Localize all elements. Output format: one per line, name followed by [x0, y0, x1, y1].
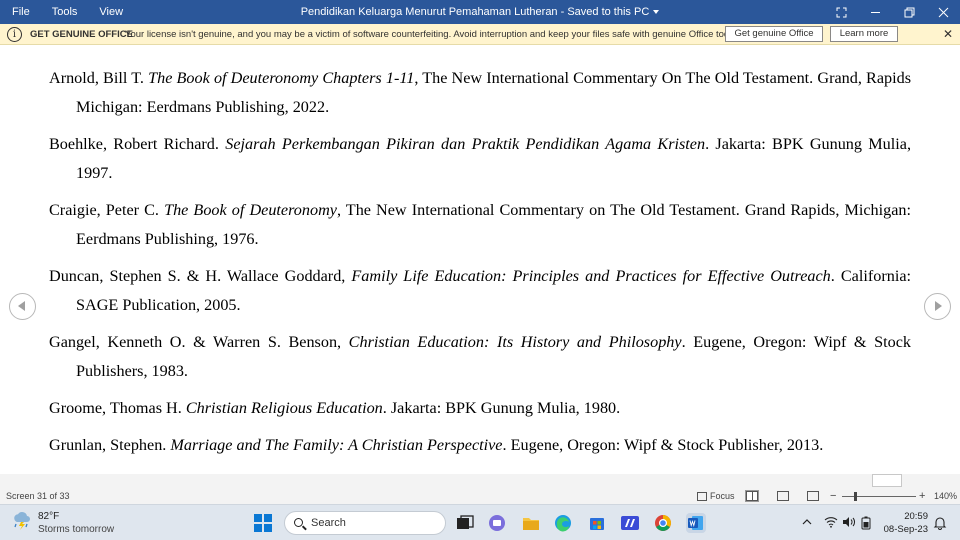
task-view-button[interactable] [455, 513, 475, 533]
reference-title: Family Life Education: Principles and Pr… [351, 267, 831, 285]
task-view-icon [457, 515, 474, 529]
read-mode-button[interactable] [745, 490, 759, 502]
genuine-office-banner: i GET GENUINE OFFICE Your license isn't … [0, 24, 960, 45]
reference-title: Marriage and The Family: A Christian Per… [170, 436, 503, 454]
reference-title: Sejarah Perkembangan Pikiran dan Praktik… [225, 135, 706, 153]
restore-button[interactable] [892, 0, 926, 24]
search-icon [294, 518, 303, 527]
banner-heading: GET GENUINE OFFICE [30, 29, 133, 40]
info-icon: i [7, 27, 22, 42]
close-button[interactable] [926, 0, 960, 24]
zoom-level[interactable]: 140% [934, 488, 957, 504]
page-gutter [0, 474, 960, 488]
clock-time: 20:59 [904, 511, 928, 522]
next-screen-button[interactable] [924, 293, 951, 320]
word-icon [688, 516, 703, 530]
store-button[interactable] [587, 513, 607, 533]
reference-item: Groome, Thomas H. Christian Religious Ed… [49, 399, 621, 417]
reference-title: Christian Religious Education [185, 399, 383, 417]
reference-item: Grunlan, Stephen. Marriage and The Famil… [49, 436, 824, 454]
wifi-icon[interactable] [824, 516, 838, 528]
app-icon [621, 516, 639, 530]
start-button[interactable] [254, 514, 272, 532]
restore-icon [904, 7, 914, 17]
window-controls [824, 0, 960, 24]
app-button[interactable] [620, 513, 640, 533]
taskbar: 82°F Storms tomorrow Search 20:59 08-Sep… [0, 504, 960, 540]
focus-label: Focus [710, 491, 735, 501]
clock[interactable]: 20:59 08-Sep-23 [880, 510, 928, 536]
document-area: Arnold, Bill T. The Book of Deuteronomy … [0, 46, 960, 486]
chrome-icon [655, 515, 671, 531]
reference-title: The Book of Deuteronomy [164, 201, 337, 219]
word-button[interactable] [686, 513, 706, 533]
reference-item: Craigie, Peter C. The Book of Deuteronom… [49, 201, 912, 248]
print-layout-button[interactable] [777, 491, 789, 501]
focus-icon [697, 491, 707, 501]
chevron-right-icon [935, 301, 942, 311]
reference-item: Gangel, Kenneth O. & Warren S. Benson, C… [49, 333, 911, 380]
screen-counter: Screen 31 of 33 [6, 491, 70, 501]
menu-bar: File Tools View [0, 0, 133, 24]
reference-item: Duncan, Stephen S. & H. Wallace Goddard,… [49, 267, 912, 314]
document-title-text: Pendidikan Keluarga Menurut Pemahaman Lu… [300, 6, 650, 18]
learn-more-button[interactable]: Learn more [830, 26, 898, 42]
teams-chat-button[interactable] [487, 513, 507, 533]
close-icon [938, 7, 948, 17]
menu-tools[interactable]: Tools [40, 0, 88, 24]
document-title[interactable]: Pendidikan Keluarga Menurut Pemahaman Lu… [300, 0, 660, 24]
reference-title: Christian Education: Its History and Phi… [348, 333, 682, 351]
storm-icon [14, 512, 30, 530]
minimize-icon [870, 11, 880, 13]
clock-date: 08-Sep-23 [883, 524, 928, 535]
folder-icon [523, 518, 539, 530]
fullscreen-icon [836, 7, 846, 17]
reference-title: The Book of Deuteronomy Chapters 1-11 [148, 69, 415, 87]
minimize-button[interactable] [858, 0, 892, 24]
focus-button[interactable]: Focus [697, 488, 735, 504]
windows-logo-icon [254, 514, 262, 522]
get-genuine-office-button[interactable]: Get genuine Office [725, 26, 823, 42]
web-layout-button[interactable] [807, 491, 819, 501]
reference-item: Boehlke, Robert Richard. Sejarah Perkemb… [49, 135, 911, 182]
zoom-slider[interactable] [842, 496, 916, 497]
reference-list: Arnold, Bill T. The Book of Deuteronomy … [49, 64, 911, 468]
reference-item: Arnold, Bill T. The Book of Deuteronomy … [49, 69, 912, 116]
taskbar-search[interactable]: Search [284, 511, 446, 535]
chevron-down-icon [653, 10, 660, 15]
page-thumbnail-box[interactable] [872, 474, 902, 487]
volume-icon[interactable] [842, 516, 856, 528]
store-icon [590, 518, 604, 530]
status-bar: Screen 31 of 33 Focus − + 140% [0, 488, 960, 504]
chrome-button[interactable] [653, 513, 673, 533]
fullscreen-button[interactable] [824, 0, 858, 24]
banner-message: Your license isn't genuine, and you may … [125, 29, 742, 40]
chat-icon [489, 515, 505, 531]
battery-icon[interactable] [861, 516, 871, 530]
menu-view[interactable]: View [87, 0, 133, 24]
edge-browser-button[interactable] [553, 513, 573, 533]
weather-forecast: Storms tomorrow [38, 524, 115, 535]
search-label: Search [311, 517, 346, 529]
notification-icon[interactable] [933, 516, 947, 530]
chevron-left-icon [18, 301, 25, 311]
banner-close-icon[interactable]: ✕ [943, 24, 953, 45]
edge-icon [555, 515, 571, 532]
file-explorer-button[interactable] [521, 513, 541, 533]
menu-file[interactable]: File [0, 0, 40, 24]
zoom-in-button[interactable]: + [919, 488, 925, 504]
chevron-up-icon[interactable] [802, 518, 812, 526]
zoom-out-button[interactable]: − [830, 488, 836, 504]
title-bar: File Tools View Pendidikan Keluarga Menu… [0, 0, 960, 24]
previous-screen-button[interactable] [9, 293, 36, 320]
zoom-slider-thumb[interactable] [854, 492, 858, 501]
weather-temperature: 82°F [38, 511, 60, 522]
